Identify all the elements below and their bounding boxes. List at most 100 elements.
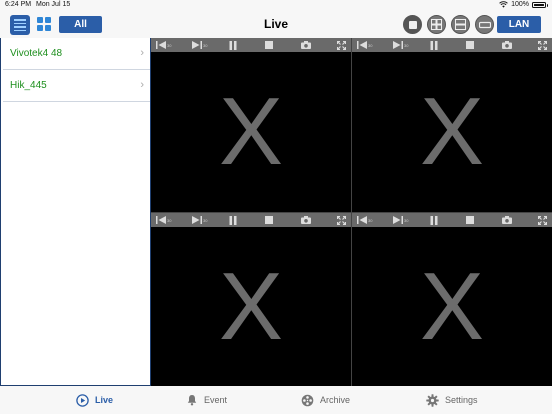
- pause-button[interactable]: [430, 215, 438, 225]
- stop-button[interactable]: [265, 40, 273, 50]
- pause-icon: [229, 215, 237, 225]
- snapshot-button[interactable]: [301, 40, 311, 50]
- stop-icon: [466, 216, 474, 224]
- play-circle-icon: [76, 393, 89, 407]
- expand-icon: [337, 40, 346, 50]
- stop-icon: [466, 41, 474, 49]
- pane-toolbar: 30 30: [151, 213, 351, 227]
- camera-icon: [301, 216, 311, 224]
- skip-forward-button[interactable]: 30: [393, 215, 408, 225]
- skip-forward-icon: [192, 41, 202, 49]
- fullscreen-button[interactable]: [337, 40, 346, 50]
- skip-back-icon: [357, 216, 367, 224]
- nav-bar: All Live LAN: [0, 12, 552, 38]
- pause-icon: [430, 40, 438, 50]
- single-view-icon: [408, 20, 417, 29]
- video-grid: 30 30 X 30 30 X 30 30 X 30 30 X: [151, 38, 552, 387]
- tab-archive[interactable]: Archive: [301, 391, 350, 409]
- battery-icon: [532, 1, 548, 8]
- video-pane-3[interactable]: 30 30 X: [151, 213, 351, 387]
- tab-label: Settings: [445, 395, 478, 405]
- snapshot-button[interactable]: [502, 40, 512, 50]
- camera-icon: [502, 216, 512, 224]
- all-button[interactable]: All: [59, 16, 102, 33]
- video-pane-1[interactable]: 30 30 X: [151, 38, 351, 212]
- gear-icon: [426, 393, 439, 407]
- lan-button[interactable]: LAN: [497, 16, 541, 33]
- split-view-icon: [455, 19, 466, 30]
- tab-label: Live: [95, 395, 114, 405]
- pause-button[interactable]: [430, 40, 438, 50]
- stop-icon: [265, 216, 273, 224]
- wide-view-icon: [478, 21, 491, 28]
- status-bar: 6:24 PM Mon Jul 15 100%: [0, 0, 552, 12]
- camera-icon: [502, 41, 512, 49]
- stop-button[interactable]: [466, 215, 474, 225]
- skip-forward-icon: [393, 41, 403, 49]
- layout-wide-button[interactable]: [475, 15, 494, 34]
- snapshot-button[interactable]: [502, 215, 512, 225]
- stop-button[interactable]: [466, 40, 474, 50]
- layout-split-button[interactable]: [451, 15, 470, 34]
- expand-icon: [538, 40, 547, 50]
- status-date: Mon Jul 15: [36, 1, 71, 8]
- skip-back-button[interactable]: 30: [357, 40, 372, 50]
- pause-icon: [430, 215, 438, 225]
- tab-bar: Live Event Archive Settings: [0, 386, 552, 414]
- skip-back-button[interactable]: 30: [156, 40, 171, 50]
- tab-label: Event: [204, 395, 228, 405]
- status-right: 100%: [499, 1, 548, 8]
- fullscreen-button[interactable]: [538, 40, 547, 50]
- skip-forward-button[interactable]: 30: [393, 40, 408, 50]
- camera-name: Vivotek4 48: [10, 48, 63, 59]
- no-video-placeholder: X: [419, 253, 485, 360]
- skip-forward-button[interactable]: 30: [192, 40, 207, 50]
- camera-name: Hik_445: [10, 80, 47, 91]
- chevron-right-icon: ›: [140, 47, 144, 59]
- camera-item-hik[interactable]: Hik_445 ›: [3, 70, 150, 102]
- bell-icon: [187, 395, 197, 406]
- stop-icon: [265, 41, 273, 49]
- skip-forward-button[interactable]: 30: [192, 215, 207, 225]
- tab-event[interactable]: Event: [186, 391, 227, 409]
- tab-live[interactable]: Live: [76, 391, 113, 409]
- pane-toolbar: 30 30: [352, 213, 552, 227]
- page-title: Live: [263, 17, 288, 31]
- tab-label: Archive: [320, 395, 351, 405]
- no-video-placeholder: X: [218, 78, 284, 185]
- pane-toolbar: 30 30: [151, 38, 351, 52]
- pause-button[interactable]: [229, 40, 237, 50]
- film-reel-icon: [301, 394, 314, 406]
- list-icon: [14, 19, 26, 21]
- skip-back-icon: [357, 41, 367, 49]
- list-view-button[interactable]: [10, 15, 30, 35]
- skip-back-button[interactable]: 30: [357, 215, 372, 225]
- grid-divider-horizontal: [151, 212, 552, 213]
- wifi-icon: [499, 1, 508, 8]
- layout-quad-button[interactable]: [427, 15, 446, 34]
- grid-view-button[interactable]: [37, 17, 51, 31]
- stop-button[interactable]: [265, 215, 273, 225]
- tab-settings[interactable]: Settings: [426, 391, 478, 409]
- expand-icon: [337, 215, 346, 225]
- pause-icon: [229, 40, 237, 50]
- battery-percent: 100%: [511, 1, 529, 8]
- layout-single-button[interactable]: [403, 15, 422, 34]
- chevron-right-icon: ›: [140, 79, 144, 91]
- video-pane-2[interactable]: 30 30 X: [352, 38, 552, 212]
- expand-icon: [538, 215, 547, 225]
- fullscreen-button[interactable]: [337, 215, 346, 225]
- camera-item-vivotek[interactable]: Vivotek4 48 ›: [3, 38, 150, 70]
- video-pane-4[interactable]: 30 30 X: [352, 213, 552, 387]
- camera-list: Vivotek4 48 › Hik_445 ›: [0, 38, 151, 386]
- skip-back-icon: [156, 41, 166, 49]
- skip-back-icon: [156, 216, 166, 224]
- skip-back-button[interactable]: 30: [156, 215, 171, 225]
- pause-button[interactable]: [229, 215, 237, 225]
- snapshot-button[interactable]: [301, 215, 311, 225]
- skip-forward-icon: [192, 216, 202, 224]
- skip-forward-icon: [393, 216, 403, 224]
- no-video-placeholder: X: [419, 78, 485, 185]
- fullscreen-button[interactable]: [538, 215, 547, 225]
- quad-view-icon: [431, 19, 442, 30]
